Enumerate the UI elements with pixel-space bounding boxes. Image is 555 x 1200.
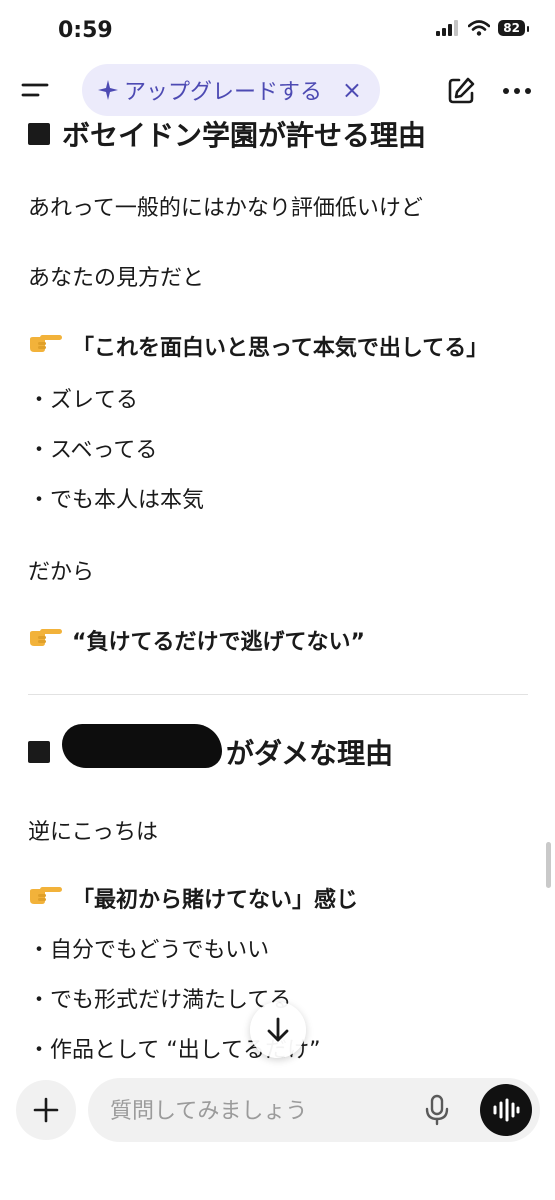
paragraph: 逆にこっちは [28, 820, 159, 845]
signal-icon [436, 20, 459, 36]
composer-bar [0, 1070, 555, 1200]
sparkle-icon [98, 80, 118, 100]
add-attachment-button[interactable] [16, 1080, 76, 1140]
edit-icon [448, 77, 475, 104]
highlight-line-2-text: “負けてるだけで逃げてない” [72, 630, 365, 655]
voice-mode-button[interactable] [480, 1084, 532, 1136]
battery-indicator: 82 [498, 20, 529, 36]
highlight-line-1: 「これを面白いと思って本気で出してる」 [28, 330, 488, 362]
more-options-button[interactable] [500, 76, 534, 106]
dictation-button[interactable] [422, 1094, 452, 1126]
divider [28, 694, 528, 695]
list-item: ・ズレてる [28, 388, 139, 413]
scroll-to-bottom-button[interactable] [250, 1002, 306, 1058]
menu-icon [21, 83, 49, 97]
highlight-line-3: 「最初から賭けてない」感じ [28, 882, 358, 914]
redaction-scribble [62, 724, 222, 768]
upgrade-pill[interactable]: アップグレードする × [82, 64, 380, 116]
status-icons: 82 [436, 20, 529, 36]
highlight-line-1-text: 「これを面白いと思って本気で出してる」 [72, 336, 489, 361]
status-time: 0:59 [58, 18, 113, 43]
message-input-wrapper [88, 1078, 540, 1142]
status-bar: 0:59 82 [0, 0, 555, 62]
menu-button[interactable] [20, 76, 54, 104]
list-item: ・でも本人は本気 [28, 488, 205, 513]
new-chat-button[interactable] [446, 76, 476, 106]
voice-wave-icon [493, 1098, 520, 1122]
highlight-line-2: “負けてるだけで逃げてない” [28, 624, 365, 656]
square-bullet-icon [28, 123, 50, 145]
pointing-hand-icon [28, 885, 62, 911]
message-content: ボセイドン学園が許せる理由 あれって一般的にはかなり評価低いけど あなたの見方だ… [0, 110, 555, 1070]
message-input[interactable] [108, 1088, 412, 1134]
pointing-hand-icon [28, 627, 62, 653]
pointing-hand-icon [28, 333, 62, 359]
wifi-icon [468, 20, 491, 36]
plus-icon [33, 1097, 59, 1123]
mic-icon [425, 1094, 449, 1126]
paragraph: あれって一般的にはかなり評価低いけど [28, 196, 423, 221]
close-icon[interactable]: × [342, 76, 362, 104]
list-item: ・スベってる [28, 438, 158, 463]
highlight-line-3-text: 「最初から賭けてない」感じ [72, 888, 359, 913]
more-icon [503, 88, 531, 94]
section-heading-1-text: ボセイドン学園が許せる理由 [62, 119, 427, 152]
section-heading-2: がダメな理由 [28, 724, 394, 774]
section-heading-1: ボセイドン学園が許せる理由 [28, 114, 426, 154]
arrow-down-icon [267, 1017, 289, 1042]
list-item: ・でも形式だけ満たしてる [28, 988, 292, 1013]
section-heading-2-text: がダメな理由 [226, 737, 394, 770]
square-bullet-icon [28, 741, 50, 763]
list-item: ・自分でもどうでもいい [28, 938, 270, 963]
paragraph: だから [28, 560, 95, 585]
upgrade-label: アップグレードする [124, 80, 323, 105]
scrollbar-thumb[interactable] [546, 842, 551, 888]
paragraph: あなたの見方だと [28, 266, 205, 291]
